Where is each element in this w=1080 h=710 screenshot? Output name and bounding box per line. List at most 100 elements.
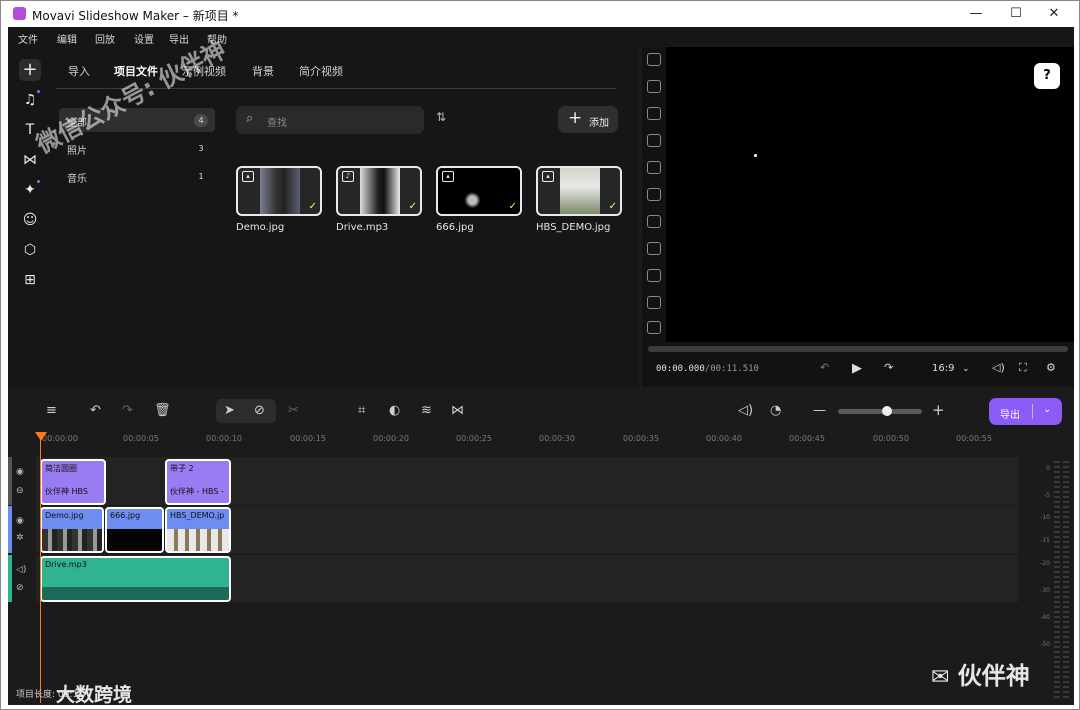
play-icon[interactable]: ▶ (852, 361, 862, 376)
text-clip[interactable]: 简洁圆圈 伙伴神 HBS (40, 459, 106, 505)
media-item[interactable]: ▴ ✓ (536, 166, 622, 216)
crop-icon[interactable]: ⌗ (358, 403, 365, 418)
media-item[interactable]: ▴ ✓ (436, 166, 522, 216)
settings-gear-icon[interactable]: ⚙ (1046, 361, 1056, 374)
playhead-handle[interactable] (35, 432, 47, 441)
tab-intro-videos[interactable]: 简介视频 (299, 63, 343, 79)
pointer-icon[interactable]: ➤ (224, 403, 235, 418)
audio-clip[interactable]: Drive.mp3 (40, 556, 231, 602)
video-clip[interactable]: Demo.jpg (40, 507, 104, 553)
thumbnail (360, 168, 400, 214)
tab-backgrounds[interactable]: 背景 (252, 63, 274, 79)
corner-watermark: 大数跨境 (56, 684, 133, 706)
media-item[interactable]: ▴ ✓ (236, 166, 322, 216)
filters-icon[interactable]: ≋ (421, 403, 432, 418)
playhead[interactable] (40, 433, 41, 703)
zoom-slider[interactable] (838, 406, 922, 416)
audio-detach-icon[interactable]: ◁) (738, 403, 753, 418)
preview-scrubber[interactable] (648, 346, 1068, 352)
search-icon: ⌕ (246, 111, 254, 126)
zoom-out-icon[interactable]: — (813, 403, 826, 418)
redo-frame-icon[interactable]: ↷ (884, 361, 893, 374)
sort-icon[interactable]: ⇅ (436, 110, 446, 124)
text-clip[interactable]: 带子 2 伙伴神 - HBS - (165, 459, 231, 505)
undo-icon[interactable]: ↶ (90, 403, 101, 418)
image-icon: ▴ (442, 171, 454, 182)
category-music[interactable]: 音乐 1 (59, 164, 215, 188)
movavi-logo-icon (13, 7, 26, 20)
eye-icon[interactable]: ◉ (16, 467, 24, 477)
minimize-button[interactable]: — (967, 5, 985, 23)
delete-icon[interactable]: 🗑 (154, 403, 171, 418)
menu-file[interactable]: 文件 (18, 31, 38, 46)
audio-track: ◁) ⊘ Drive.mp3 (8, 555, 1018, 602)
shapes-icon[interactable]: ⬡ (19, 239, 41, 261)
thumbnail (260, 168, 300, 214)
search-input[interactable]: ⌕ 查找 (236, 106, 424, 134)
volume-icon[interactable]: ◁) (16, 565, 26, 575)
check-icon: ✓ (408, 201, 417, 212)
magic-wand-icon[interactable]: ✦ (19, 179, 41, 201)
check-icon: ✓ (308, 201, 317, 212)
cut-icon[interactable]: ✂ (288, 403, 299, 418)
app-window: Movavi Slideshow Maker – 新项目 * — ☐ ✕ 文件 … (0, 0, 1080, 710)
chevron-down-icon[interactable]: ⌄ (1043, 404, 1051, 415)
close-button[interactable]: ✕ (1045, 5, 1063, 23)
transition-icon[interactable]: ⋈ (451, 403, 464, 418)
media-name: HBS_DEMO.jpg (536, 222, 611, 233)
aspect-ratio-select[interactable]: 16:9 (932, 363, 954, 374)
preview-screen[interactable]: ? (666, 47, 1074, 342)
wechat-icon: ✉ (931, 665, 950, 690)
track-header: ◁) ⊘ (8, 555, 36, 602)
menu-playback[interactable]: 回放 (95, 31, 115, 46)
volume-icon[interactable]: ◁) (992, 361, 1005, 374)
color-adjust-icon[interactable]: ◐ (389, 403, 400, 418)
track-header: ◉ ✲ (8, 506, 36, 553)
video-clip[interactable]: HBS_DEMO.jp (165, 507, 231, 553)
color-picker-icon[interactable]: ◔ (770, 403, 781, 418)
timeline-ruler[interactable]: 00:00:00 00:00:05 00:00:10 00:00:15 00:0… (8, 431, 1074, 455)
media-name: Drive.mp3 (336, 222, 389, 233)
sticker-icon[interactable]: ☺ (19, 209, 41, 231)
ripple-icon[interactable]: ⊘ (254, 403, 265, 418)
title-bar: Movavi Slideshow Maker – 新项目 * — ☐ ✕ (1, 1, 1079, 27)
tab-import[interactable]: 导入 (68, 63, 90, 79)
media-name: 666.jpg (436, 222, 474, 233)
transition-icon[interactable]: ⋈ (19, 149, 41, 171)
text-track: ◉ ⊖ 简洁圆圈 伙伴神 HBS 带子 2 伙伴神 - HBS - (8, 457, 1018, 505)
window-title: Movavi Slideshow Maker – 新项目 * (32, 9, 239, 23)
link-icon[interactable]: ⊖ (16, 486, 24, 496)
import-plus-icon[interactable]: + (19, 59, 41, 81)
music-icon: ♪ (342, 171, 354, 182)
maximize-button[interactable]: ☐ (1007, 5, 1025, 23)
zoom-in-icon[interactable]: + (932, 401, 945, 419)
add-button[interactable]: + 添加 (558, 106, 618, 133)
add-track-icon[interactable]: ≡ (46, 403, 57, 418)
fullscreen-icon[interactable]: ⛶ (1019, 361, 1027, 375)
mute-icon[interactable]: ✲ (16, 533, 24, 543)
menu-edit[interactable]: 编辑 (57, 31, 77, 46)
unlink-icon[interactable]: ⊘ (16, 583, 24, 593)
media-name: Demo.jpg (236, 222, 285, 233)
image-icon: ▴ (242, 171, 254, 182)
menu-bar: 文件 编辑 回放 设置 导出 帮助 (8, 27, 1074, 47)
export-button[interactable]: 导出 ⌄ (989, 398, 1062, 425)
slider-knob[interactable] (882, 406, 892, 416)
more-apps-icon[interactable]: ⊞ (19, 269, 41, 291)
help-button[interactable]: ? (1034, 63, 1060, 89)
eye-icon[interactable]: ◉ (16, 516, 24, 526)
menu-settings[interactable]: 设置 (134, 31, 154, 46)
chevron-down-icon[interactable]: ⌄ (962, 364, 970, 374)
waveform (42, 578, 229, 600)
timecode: 00:00.000/00:11.510 (656, 364, 759, 374)
menu-export[interactable]: 导出 (169, 31, 189, 46)
media-item[interactable]: ♪ ✓ (336, 166, 422, 216)
music-note-icon[interactable]: ♫ (19, 89, 41, 111)
filmstrip (642, 47, 666, 342)
video-clip[interactable]: 666.jpg (105, 507, 164, 553)
app-body: 文件 编辑 回放 设置 导出 帮助 + ♫ T ⋈ ✦ ☺ ⬡ ⊞ 导入 项目文… (8, 27, 1074, 705)
undo-frame-icon[interactable]: ↶ (820, 361, 829, 374)
redo-icon[interactable]: ↷ (122, 403, 133, 418)
preview-panel: ? 00:00.000/00:11.510 ↶ ▶ ↷ 16:9 ⌄ ◁) ⛶ … (642, 47, 1074, 387)
plus-icon: + (568, 108, 583, 128)
